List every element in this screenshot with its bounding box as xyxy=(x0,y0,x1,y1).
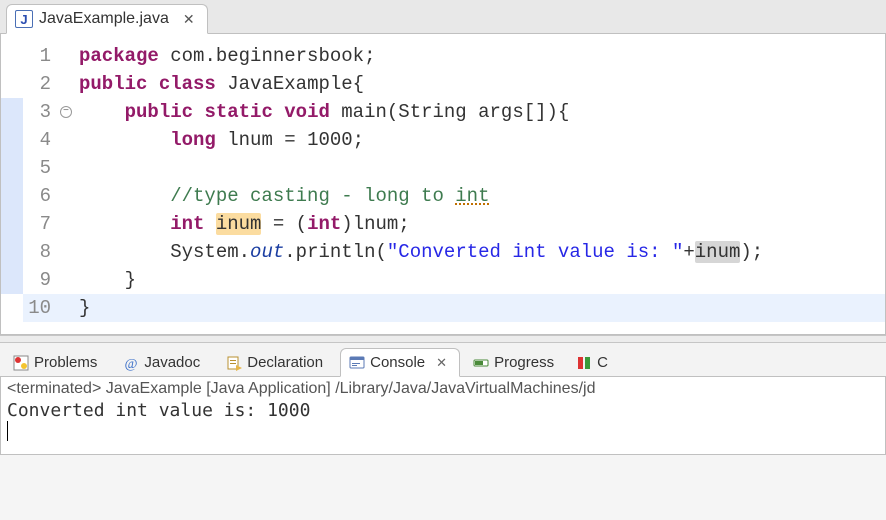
declaration-icon xyxy=(226,355,242,371)
var-inum-decl: inum xyxy=(216,213,262,235)
keyword-long: long xyxy=(170,129,216,151)
editor-tab-label: JavaExample.java xyxy=(39,10,169,28)
code-editor[interactable]: 1 package com.beginnersbook; 2 public cl… xyxy=(0,34,886,335)
line-number: 3 xyxy=(23,98,57,126)
comment-int-warn: int xyxy=(455,185,489,207)
tab-javadoc[interactable]: @ Javadoc xyxy=(114,348,213,377)
string-literal: "Converted int value is: " xyxy=(387,241,683,263)
tab-javadoc-label: Javadoc xyxy=(144,354,200,371)
line-number: 9 xyxy=(23,266,57,294)
svg-text:@: @ xyxy=(125,357,138,371)
op-plus: + xyxy=(683,241,694,263)
tab-console-label: Console xyxy=(370,354,425,371)
console-output: Converted int value is: 1000 xyxy=(7,400,879,421)
tab-progress-label: Progress xyxy=(494,354,554,371)
coverage-icon xyxy=(576,355,592,371)
javadoc-icon: @ xyxy=(123,355,139,371)
literal-1000: 1000 xyxy=(307,129,353,151)
tab-overflow-label: C xyxy=(597,354,608,371)
var-lnum: lnum xyxy=(227,129,273,151)
line-number: 10 xyxy=(23,294,57,322)
problems-icon xyxy=(13,355,29,371)
line-number: 8 xyxy=(23,238,57,266)
keyword-package: package xyxy=(79,45,159,67)
var-lnum-ref: lnum xyxy=(353,213,399,235)
line-number: 2 xyxy=(23,70,57,98)
fold-minus-icon: − xyxy=(60,106,72,118)
fold-toggle[interactable]: − xyxy=(57,98,75,126)
paren-open: ( xyxy=(296,213,307,235)
keyword-class: class xyxy=(159,73,216,95)
class-system: System xyxy=(170,241,238,263)
close-icon[interactable]: ✕ xyxy=(183,11,195,28)
java-file-icon: J xyxy=(15,10,33,28)
console-status: <terminated> JavaExample [Java Applicati… xyxy=(7,380,879,398)
keyword-int: int xyxy=(170,213,204,235)
sash-divider[interactable] xyxy=(0,335,886,343)
bottom-view-tabs: Problems @ Javadoc Declaration Console ✕… xyxy=(0,343,886,377)
method-println: println xyxy=(296,241,376,263)
paren-close: ) xyxy=(341,213,352,235)
field-out: out xyxy=(250,241,284,263)
line-number: 1 xyxy=(23,42,57,70)
console-caret xyxy=(7,421,8,441)
console-view[interactable]: <terminated> JavaExample [Java Applicati… xyxy=(0,377,886,455)
keyword-public: public xyxy=(79,73,147,95)
close-icon[interactable]: ✕ xyxy=(436,355,447,371)
tab-console[interactable]: Console ✕ xyxy=(340,348,460,377)
tab-problems-label: Problems xyxy=(34,354,97,371)
tab-declaration[interactable]: Declaration xyxy=(217,348,336,377)
tab-problems[interactable]: Problems xyxy=(4,348,110,377)
progress-icon xyxy=(473,355,489,371)
line-number: 6 xyxy=(23,182,57,210)
op-assign: = xyxy=(284,129,295,151)
tab-overflow[interactable]: C xyxy=(571,348,613,377)
line-number: 4 xyxy=(23,126,57,154)
param-args: args xyxy=(478,101,524,123)
op-assign: = xyxy=(273,213,284,235)
var-inum-ref: inum xyxy=(695,241,741,263)
class-name: JavaExample xyxy=(227,73,352,95)
code-body: 1 package com.beginnersbook; 2 public cl… xyxy=(1,42,885,322)
tab-declaration-label: Declaration xyxy=(247,354,323,371)
keyword-public: public xyxy=(125,101,193,123)
console-icon xyxy=(349,355,365,371)
keyword-static: static xyxy=(204,101,272,123)
keyword-void: void xyxy=(284,101,330,123)
cast-int: int xyxy=(307,213,341,235)
package-name: com.beginnersbook xyxy=(170,45,364,67)
editor-tab-bar: J JavaExample.java ✕ xyxy=(0,0,886,34)
method-main: main xyxy=(341,101,387,123)
line-number: 5 xyxy=(23,154,57,182)
tab-progress[interactable]: Progress xyxy=(464,348,567,377)
editor-tab-javaexample[interactable]: J JavaExample.java ✕ xyxy=(6,4,208,34)
type-string: String xyxy=(398,101,466,123)
comment-line: //type casting - long to xyxy=(170,185,455,207)
line-number: 7 xyxy=(23,210,57,238)
